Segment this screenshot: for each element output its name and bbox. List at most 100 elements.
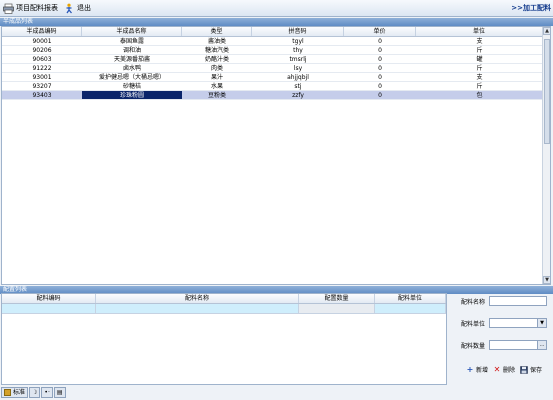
column-header-ingredient-name[interactable]: 配料名称 — [96, 294, 299, 303]
column-header-pinyin[interactable]: 拼音码 — [252, 27, 344, 36]
scrollbar-thumb[interactable] — [544, 39, 550, 144]
cell-name: 泰国鱼露 — [119, 38, 144, 45]
cell-type: 水果 — [210, 83, 223, 90]
ime-icon — [4, 389, 11, 396]
ingredient-name-field[interactable] — [489, 296, 547, 306]
cell-pinyin: ahjjqbjl — [287, 74, 309, 81]
column-header-name[interactable]: 半成品名称 — [82, 27, 182, 36]
punctuation-icon[interactable]: •· — [41, 387, 53, 398]
ingredient-unit-select[interactable]: ▼ — [489, 318, 547, 328]
save-button-label: 保存 — [530, 367, 543, 374]
cell-code: 90603 — [32, 56, 52, 63]
cell-code: 93207 — [32, 83, 52, 90]
table-row[interactable]: 93207 砂糖桔 水果 stj 0 斤 — [2, 82, 543, 91]
cell-unit: 罐 — [476, 56, 483, 63]
cell-type: 肉类 — [210, 65, 223, 72]
cell-unit: 斤 — [476, 83, 483, 90]
ime-status-bar: 标准 ☽ •· ▤ — [1, 386, 67, 399]
column-header-ingredient-unit[interactable]: 配料单位 — [375, 294, 446, 303]
moon-icon[interactable]: ☽ — [29, 387, 41, 398]
cell-ingredient-unit[interactable] — [375, 304, 446, 314]
cell-name: 卤水鸭 — [122, 65, 141, 72]
ingredient-qty-label: 配料数量 — [461, 342, 486, 350]
config-grid-header: 配料编码 配料名称 配置数量 配料单位 — [2, 294, 446, 304]
ingredient-qty-field[interactable]: … — [489, 340, 547, 350]
cell-type: 奶酪汁类 — [204, 56, 229, 63]
table-row[interactable] — [2, 304, 446, 314]
cell-unit: 包 — [476, 92, 483, 99]
plus-icon: + — [466, 364, 474, 374]
printer-icon — [3, 3, 14, 14]
cell-name[interactable]: 珍珠粉圆 — [82, 91, 182, 99]
keyboard-icon[interactable]: ▤ — [53, 387, 66, 398]
ime-label: 标准 — [13, 389, 26, 396]
floppy-icon — [520, 365, 528, 374]
cell-pinyin: tmsrlj — [289, 56, 307, 63]
ingredient-unit-label: 配料单位 — [461, 320, 486, 328]
cell-code: 90001 — [32, 38, 52, 45]
exit-button[interactable]: 退出 — [61, 1, 94, 16]
cell-price: 0 — [378, 74, 382, 81]
toolbar: 项目配料报表 退出 >>加工配料 — [0, 0, 553, 17]
column-header-config-qty[interactable]: 配置数量 — [299, 294, 375, 303]
chevron-down-icon[interactable]: ▼ — [537, 319, 546, 327]
cell-pinyin: thy — [293, 47, 303, 54]
cell-config-qty[interactable] — [299, 304, 375, 314]
delete-button[interactable]: ✕ 删除 — [493, 365, 515, 374]
cell-name: 天美源番茄酱 — [113, 56, 150, 63]
ingredient-name-label: 配料名称 — [461, 298, 486, 306]
cell-code: 91222 — [32, 65, 52, 72]
ingredient-unit-row: 配料单位 ▼ — [461, 318, 547, 328]
column-header-code[interactable]: 半成品编码 — [2, 27, 82, 36]
cell-unit: 斤 — [476, 47, 483, 54]
table-row[interactable]: 90603 天美源番茄酱 奶酪汁类 tmsrlj 0 罐 — [2, 55, 543, 64]
cell-unit: 斤 — [476, 65, 483, 72]
ime-mode[interactable]: 标准 — [1, 387, 29, 398]
column-header-type[interactable]: 类型 — [182, 27, 252, 36]
cell-ingredient-name[interactable] — [96, 304, 299, 314]
table-row[interactable]: 90001 泰国鱼露 酱油类 tgyl 0 支 — [2, 37, 543, 46]
add-button[interactable]: + 新增 — [466, 365, 488, 374]
cell-price: 0 — [378, 38, 382, 45]
cell-type: 果汁 — [210, 74, 223, 81]
delete-button-label: 删除 — [503, 367, 516, 374]
config-grid: 配料编码 配料名称 配置数量 配料单位 — [1, 293, 447, 385]
column-header-price[interactable]: 单价 — [344, 27, 416, 36]
report-button-label: 项目配料报表 — [16, 4, 58, 12]
cell-name: 调和油 — [122, 47, 141, 54]
cell-price: 0 — [378, 47, 382, 54]
cell-pinyin: lsy — [293, 65, 303, 72]
cell-ingredient-code[interactable] — [2, 304, 96, 314]
exit-button-label: 退出 — [77, 4, 91, 12]
cell-pinyin: tgyl — [292, 38, 304, 45]
table-row[interactable]: 90206 调和油 糖油汽类 thy 0 斤 — [2, 46, 543, 55]
cell-price: 0 — [378, 83, 382, 90]
cell-pinyin: stj — [294, 83, 302, 90]
cell-code: 90206 — [32, 47, 52, 54]
scroll-down-icon[interactable]: ▼ — [543, 276, 550, 284]
cell-type: 豆粉类 — [207, 92, 226, 99]
cell-name: 砂糖桔 — [122, 83, 141, 90]
table-row-selected[interactable]: 93403 珍珠粉圆 豆粉类 zzfy 0 包 — [2, 91, 543, 100]
cell-name: 爱护健忌嗯（大桶忌嗯） — [98, 74, 165, 81]
x-icon: ✕ — [493, 364, 501, 374]
report-button[interactable]: 项目配料报表 — [0, 1, 61, 16]
column-header-unit[interactable]: 单位 — [416, 27, 543, 36]
cell-unit: 支 — [476, 74, 483, 81]
save-button[interactable]: 保存 — [520, 365, 542, 374]
vertical-scrollbar[interactable]: ▲ ▼ — [542, 27, 550, 284]
table-row[interactable]: 93001 爱护健忌嗯（大桶忌嗯） 果汁 ahjjqbjl 0 支 — [2, 73, 543, 82]
processing-config-link[interactable]: >>加工配料 — [511, 3, 551, 13]
cell-type: 酱油类 — [207, 38, 226, 45]
exit-icon — [64, 3, 75, 14]
ellipsis-icon[interactable]: … — [537, 341, 546, 349]
cell-code: 93403 — [32, 92, 52, 99]
add-button-label: 新增 — [476, 367, 489, 374]
cell-pinyin: zzfy — [292, 92, 304, 99]
semi-product-list-title: 半成品列表 — [0, 18, 553, 26]
semi-product-grid: 半成品编码 半成品名称 类型 拼音码 单价 单位 90001 泰国鱼露 酱油类 … — [1, 26, 551, 285]
table-row[interactable]: 91222 卤水鸭 肉类 lsy 0 斤 — [2, 64, 543, 73]
action-buttons: + 新增 ✕ 删除 保存 — [466, 365, 547, 374]
column-header-ingredient-code[interactable]: 配料编码 — [2, 294, 96, 303]
scroll-up-icon[interactable]: ▲ — [543, 27, 550, 35]
